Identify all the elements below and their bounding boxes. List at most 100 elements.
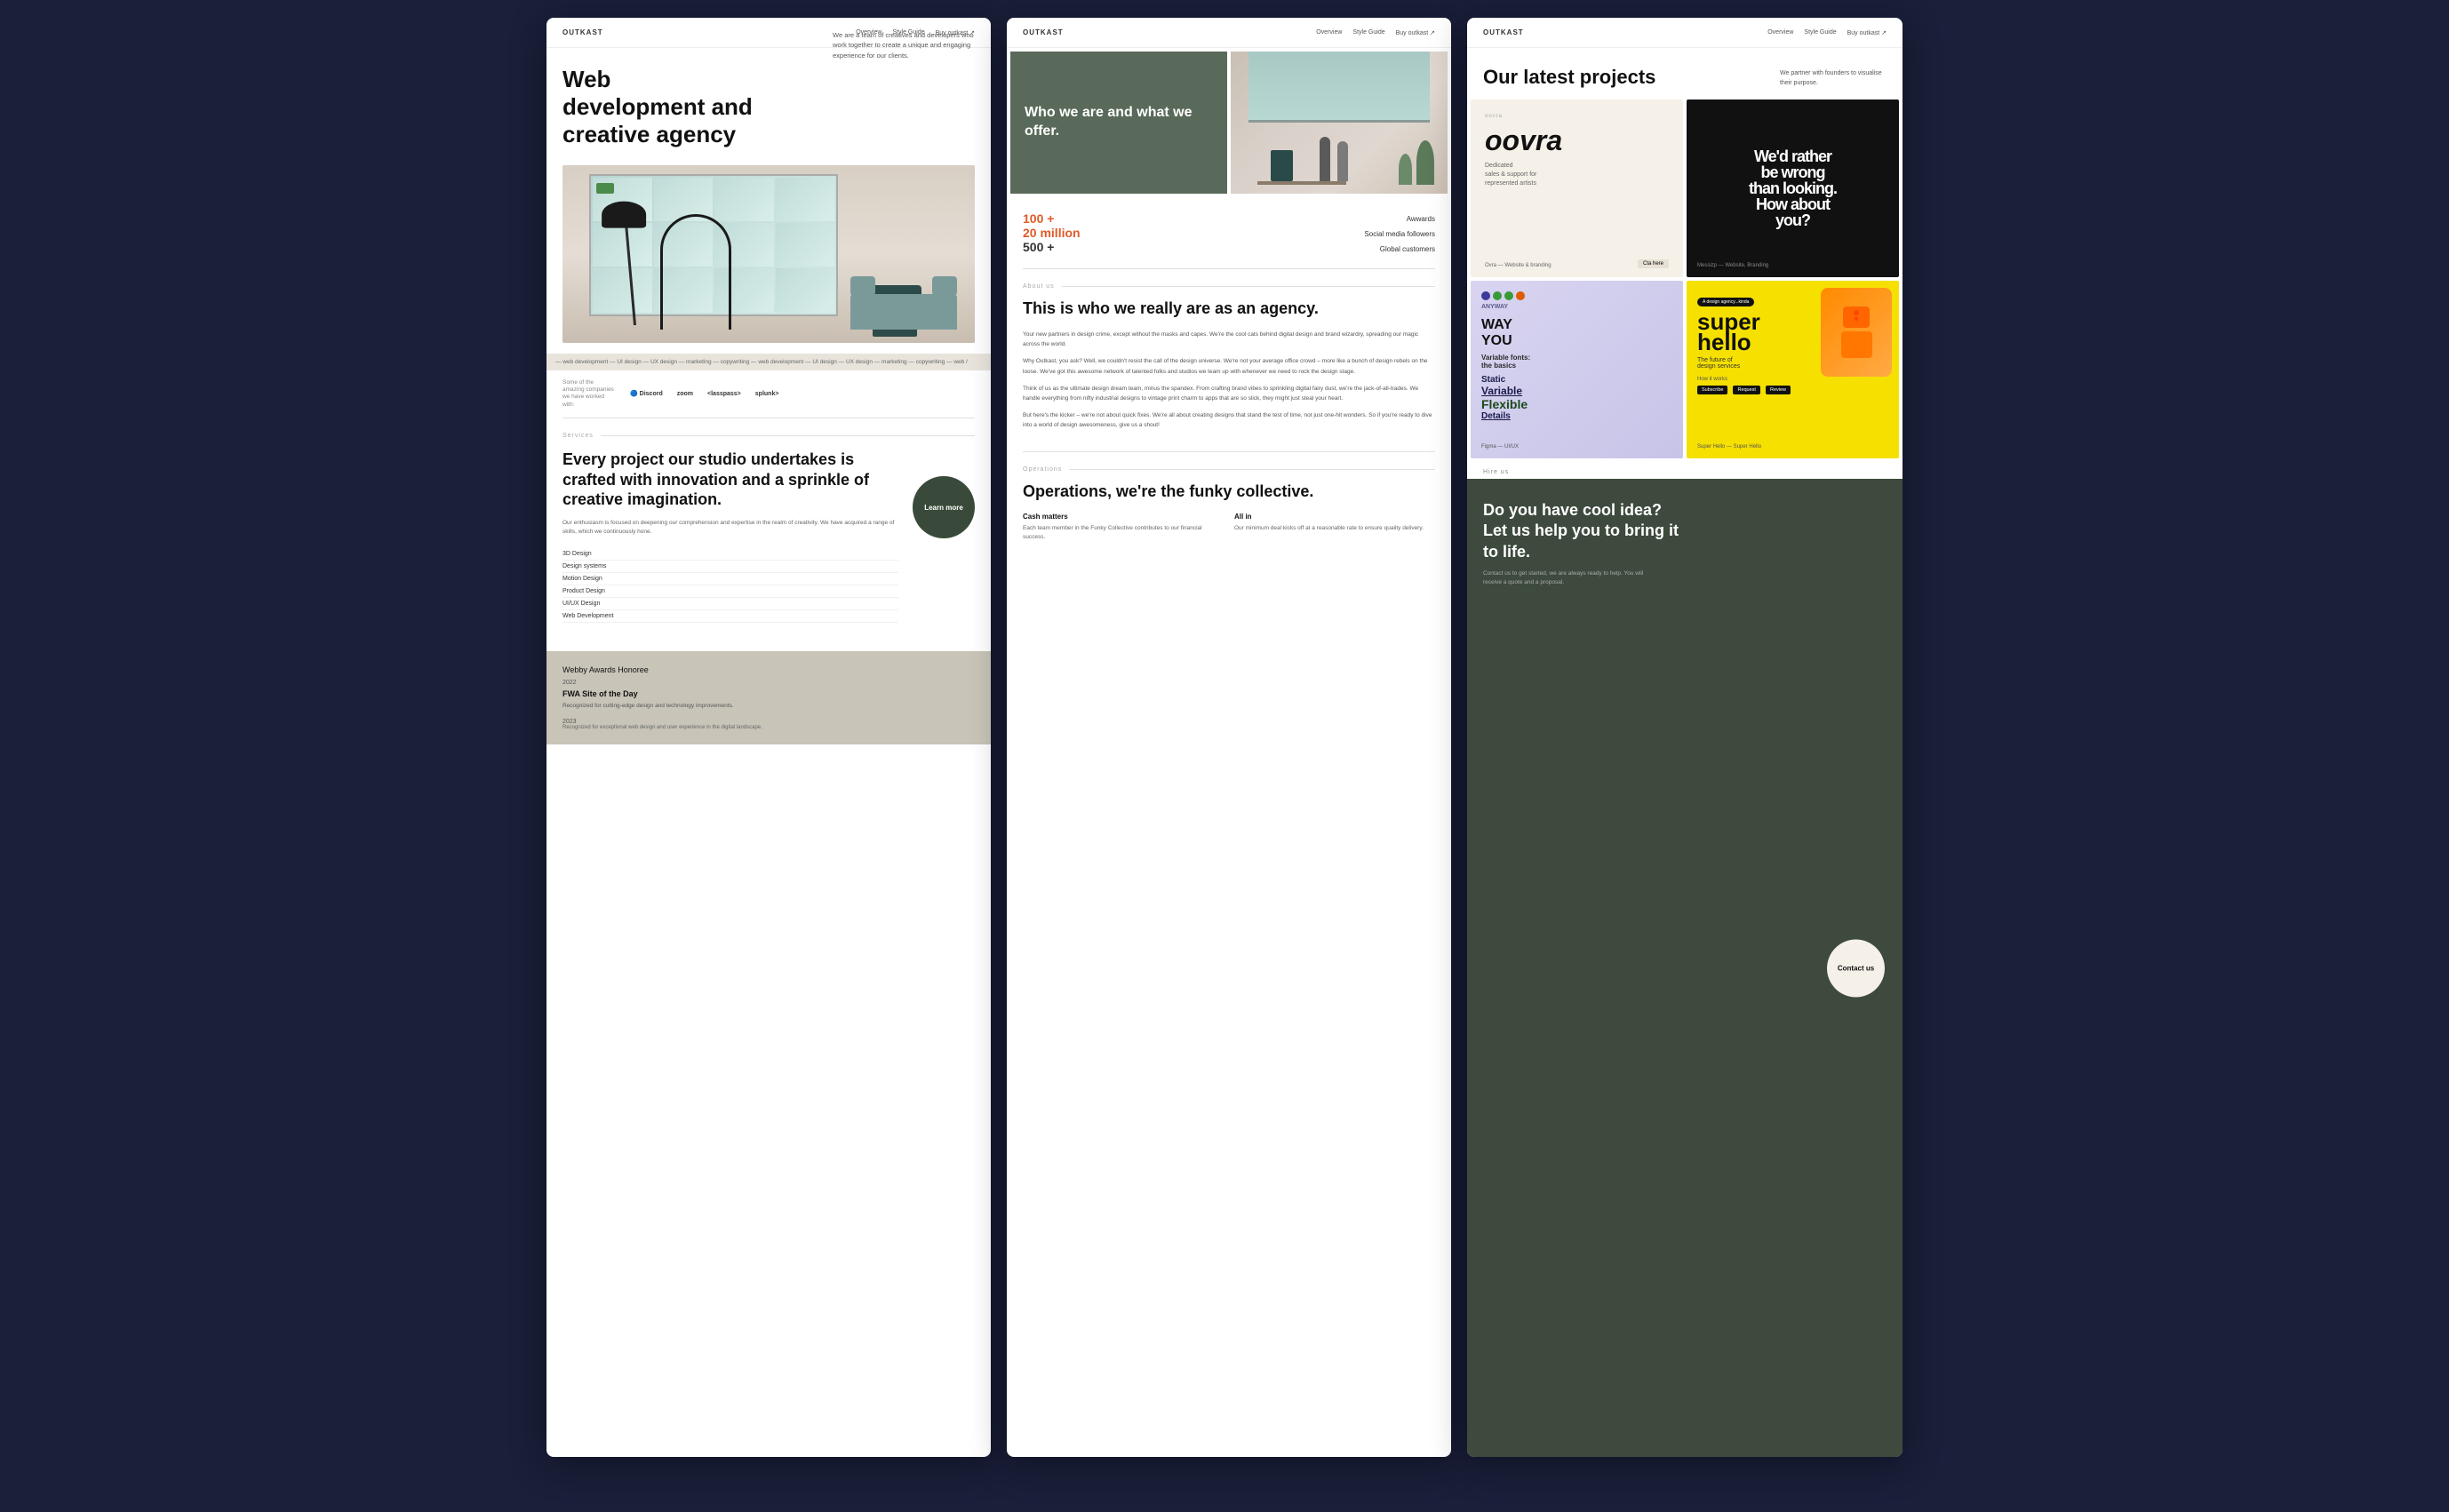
window-pane: [714, 178, 774, 221]
stat3-num: 500 +: [1023, 240, 1225, 254]
partners-label: Some of the amazing companies we have wo…: [562, 379, 616, 410]
person2: [1337, 141, 1348, 181]
panel3-brand: OUTKAST: [1483, 28, 1524, 36]
panel3-nav-overview[interactable]: Overview: [1767, 29, 1793, 36]
project-card-superhello[interactable]: A design agency...kinda superhello The f…: [1687, 281, 1899, 458]
office-window: [1248, 52, 1430, 123]
projects-grid: oovra oovra Dedicatedsales & support for…: [1467, 99, 1903, 462]
panel1-awards: Webby Awards Honoree 2022 FWA Site of th…: [546, 651, 991, 744]
panel1-brand: OUTKAST: [562, 28, 603, 36]
panel2-nav: OUTKAST Overview Style Guide Buy outkast…: [1007, 18, 1451, 48]
panel2-nav-overview[interactable]: Overview: [1316, 29, 1342, 36]
panel-3: OUTKAST Overview Style Guide Buy outkast…: [1467, 18, 1903, 1457]
figma-label: Figma — UI/UX: [1481, 444, 1519, 450]
services-content: Every project our studio undertakes is c…: [562, 450, 975, 622]
partner-splunk: splunk>: [755, 391, 779, 397]
messizp-label: Messizp — Website, Branding: [1697, 263, 1768, 268]
service-item: Web Development: [562, 610, 898, 623]
cta-heading: Do you have cool idea? Let us help you t…: [1483, 500, 1679, 562]
ops-col2-text: Our minimum deal kicks off at a reasonab…: [1234, 524, 1435, 533]
messizp-line4: How about: [1756, 196, 1830, 212]
about-p3: Think of us as the ultimate design dream…: [1023, 384, 1435, 403]
person1: [1320, 137, 1330, 181]
services-desc: Our enthusiasm is focused on deepening o…: [562, 519, 898, 537]
window-pane: [593, 268, 652, 312]
service-item: 3D Design: [562, 548, 898, 561]
about-label: About us: [1023, 283, 1435, 290]
panel2-stats: 100 + 20 million 500 + Awwards Social me…: [1007, 197, 1451, 268]
window-pane: [654, 178, 714, 221]
panel2-brand: OUTKAST: [1023, 28, 1064, 36]
stat1-label: Awwards: [1232, 215, 1435, 223]
partner-discord: 🔵 Discord: [630, 390, 663, 397]
operations-heading: Operations, we're the funky collective.: [1023, 481, 1435, 502]
dot1: [1481, 291, 1490, 300]
panel3-nav-styleguide[interactable]: Style Guide: [1804, 29, 1836, 36]
figma-flexible: Flexible: [1481, 397, 1672, 411]
exit-sign: [596, 183, 614, 194]
ops-grid: Cash matters Each team member in the Fun…: [1023, 513, 1435, 542]
messizp-line5: you?: [1775, 212, 1810, 228]
window-pane: [776, 268, 835, 312]
figma-inner: ANYWAY WAYYOU Variable fonts: the basics…: [1471, 281, 1683, 458]
sh-robot: [1821, 288, 1892, 377]
service-item: Design systems: [562, 561, 898, 573]
stat1-num: 100 +: [1023, 211, 1225, 226]
project-card-oovra[interactable]: oovra oovra Dedicatedsales & support for…: [1471, 99, 1683, 277]
service-item: Product Design: [562, 585, 898, 598]
messizp-stripes: We'd rather be wrong than looking. How a…: [1749, 110, 1837, 267]
panel2-nav-styleguide[interactable]: Style Guide: [1352, 29, 1384, 36]
robot-eye2: [1855, 317, 1858, 321]
panel1-services: Services Every project our studio undert…: [546, 418, 991, 633]
figma-sub2: the basics: [1481, 362, 1672, 370]
window-pane: [776, 223, 835, 267]
figma-title: WAYYOU: [1481, 317, 1672, 348]
figma-top: ANYWAY: [1481, 304, 1672, 310]
ops-col1: Cash matters Each team member in the Fun…: [1023, 513, 1224, 542]
project-card-messizp[interactable]: We'd rather be wrong than looking. How a…: [1687, 99, 1899, 277]
panel2-hero-image: [1231, 52, 1448, 194]
sofa: [850, 294, 957, 330]
learn-more-button[interactable]: Learn more: [913, 476, 975, 538]
plant1: [1416, 140, 1434, 185]
screen-wrapper: OUTKAST Overview Style Guide Buy outkast…: [27, 18, 2422, 1494]
figma-variable: Variable: [1481, 385, 1672, 397]
stats-grid: 100 + 20 million 500 + Awwards Social me…: [1023, 211, 1435, 254]
contact-us-button[interactable]: Contact us: [1827, 939, 1885, 997]
panel1-hero-desc: We are a team of creatives and developer…: [833, 30, 975, 60]
panel1-partners: Some of the amazing companies we have wo…: [546, 370, 991, 418]
panel-1: OUTKAST Overview Style Guide Buy outkast…: [546, 18, 991, 1457]
panel2-nav-buy[interactable]: Buy outkast ↗: [1396, 29, 1435, 36]
sh-badge: A design agency...kinda: [1697, 298, 1754, 306]
figma-items: Static Variable Flexible Details: [1481, 375, 1672, 421]
dot4: [1516, 291, 1525, 300]
sofa-arm-left: [850, 276, 875, 296]
stat3-label: Global customers: [1232, 245, 1435, 253]
oovra-title: oovra: [1485, 126, 1669, 155]
sh-label: Super Hello — Super Hello: [1697, 444, 1761, 450]
panel3-nav-buy[interactable]: Buy outkast ↗: [1847, 29, 1887, 36]
oovra-cta[interactable]: Cta here: [1638, 259, 1669, 268]
window-pane: [714, 223, 774, 267]
panel2-hero-grid: Who we are and what we offer.: [1007, 48, 1451, 197]
ops-col1-title: Cash matters: [1023, 513, 1224, 521]
panel2-hero-tagline: Who we are and what we offer.: [1010, 52, 1227, 194]
project-card-figma[interactable]: ANYWAY WAYYOU Variable fonts: the basics…: [1471, 281, 1683, 458]
partner-zoom: zoom: [677, 391, 693, 397]
step-subscribe: Subscribe: [1697, 386, 1727, 394]
about-p1: Your new partners in design crime, excep…: [1023, 330, 1435, 349]
window-pane: [776, 178, 835, 221]
panel2-tagline: Who we are and what we offer.: [1025, 104, 1213, 141]
sh-steps: Subscribe Request Review: [1697, 386, 1888, 394]
figma-sub1: Variable fonts:: [1481, 354, 1672, 362]
panel1-hero: Web development and creative agency We a…: [546, 48, 991, 354]
cta-desc: Contact us to get started, we are always…: [1483, 569, 1661, 587]
panel3-title: Our latest projects: [1483, 66, 1655, 89]
service-item: UI/UX Design: [562, 598, 898, 610]
awards-desc2: Recognized for exceptional web design an…: [562, 725, 762, 730]
messizp-line1: We'd rather: [1754, 148, 1831, 164]
panel3-hire-label: Hire us: [1467, 462, 1903, 475]
about-heading: This is who we really are as an agency.: [1023, 298, 1435, 319]
awards-year2: 2023: [562, 719, 762, 725]
operations-label: Operations: [1023, 466, 1435, 473]
